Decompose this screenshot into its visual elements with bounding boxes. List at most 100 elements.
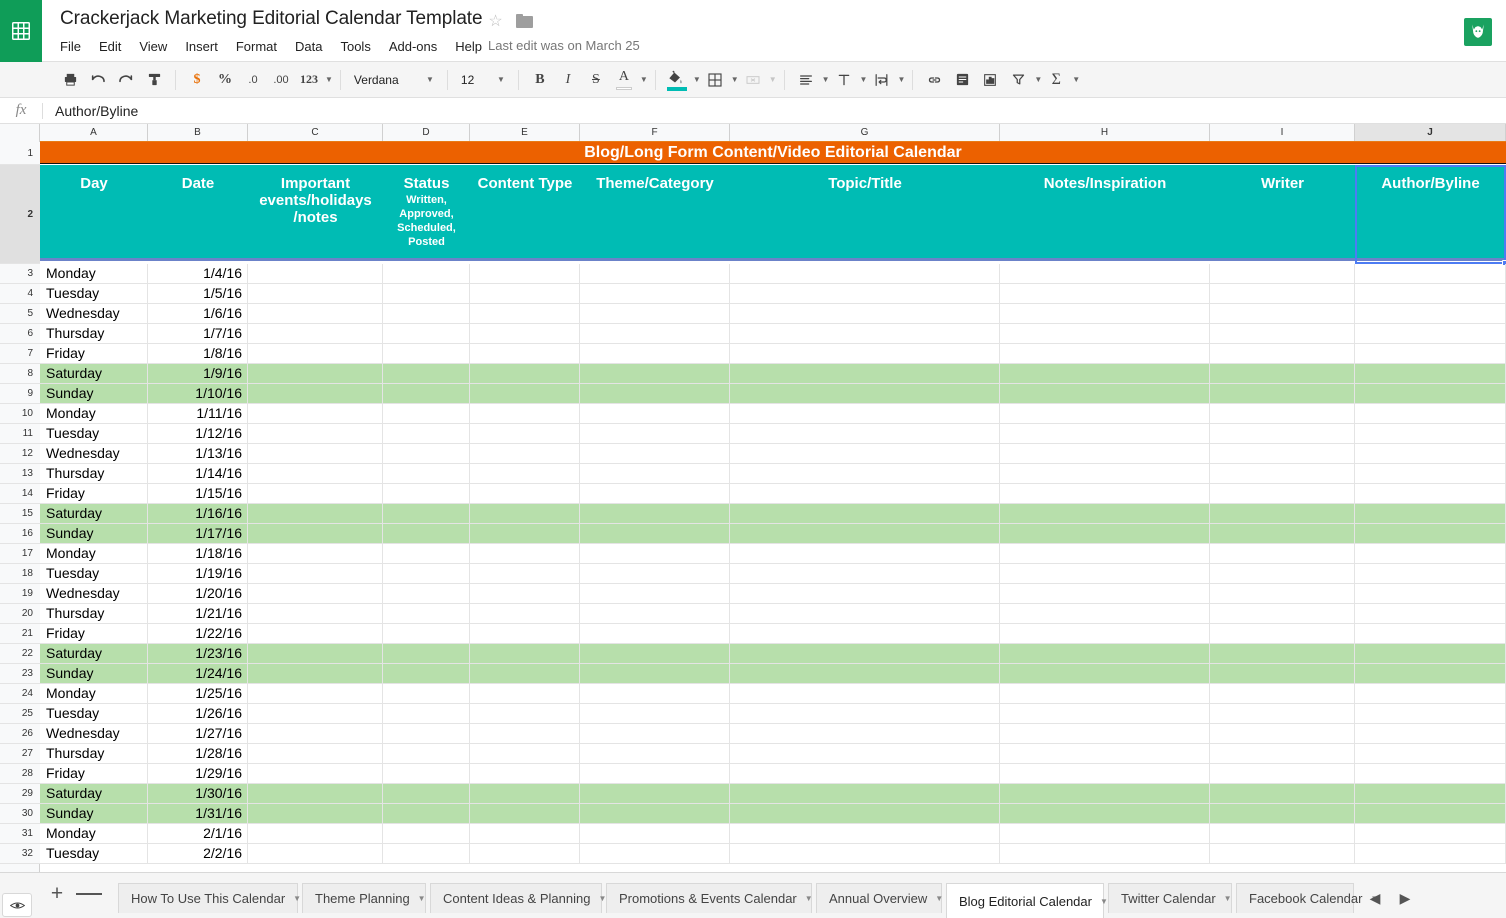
cell-A17[interactable]: Monday (40, 544, 148, 563)
cell-F13[interactable] (580, 464, 730, 483)
cell-G29[interactable] (730, 784, 1000, 803)
cell-H15[interactable] (1000, 504, 1210, 523)
cell-D19[interactable] (383, 584, 470, 603)
cell-D21[interactable] (383, 624, 470, 643)
cell-J17[interactable] (1355, 544, 1506, 563)
cell-C31[interactable] (248, 824, 383, 843)
row-header-24[interactable]: 24 (0, 684, 40, 704)
cell-F22[interactable] (580, 644, 730, 663)
undo-icon[interactable] (85, 67, 111, 93)
cell-G21[interactable] (730, 624, 1000, 643)
cell-D25[interactable] (383, 704, 470, 723)
cell-G32[interactable] (730, 844, 1000, 863)
cell-B4[interactable]: 1/5/16 (148, 284, 248, 303)
cell-G6[interactable] (730, 324, 1000, 343)
chevron-down-icon[interactable]: ▼ (1034, 75, 1042, 84)
chevron-down-icon[interactable]: ▼ (325, 75, 333, 84)
add-sheet-button[interactable]: + (44, 881, 70, 907)
cell-G5[interactable] (730, 304, 1000, 323)
column-header-E[interactable]: E (470, 124, 580, 142)
text-wrap-icon[interactable] (868, 67, 894, 93)
chart-icon[interactable] (977, 67, 1003, 93)
cell-B17[interactable]: 1/18/16 (148, 544, 248, 563)
cell-G25[interactable] (730, 704, 1000, 723)
select-all-corner[interactable] (0, 124, 40, 142)
cell-C16[interactable] (248, 524, 383, 543)
cell-H13[interactable] (1000, 464, 1210, 483)
cell-I26[interactable] (1210, 724, 1355, 743)
cell-H6[interactable] (1000, 324, 1210, 343)
row-header-18[interactable]: 18 (0, 564, 40, 584)
cell-D23[interactable] (383, 664, 470, 683)
cell-J20[interactable] (1355, 604, 1506, 623)
cell-G14[interactable] (730, 484, 1000, 503)
row-header-22[interactable]: 22 (0, 644, 40, 664)
column-header-B[interactable]: B (148, 124, 248, 142)
cell-E32[interactable] (470, 844, 580, 863)
cell-A4[interactable]: Tuesday (40, 284, 148, 303)
menu-help[interactable]: Help (446, 37, 491, 57)
header-cell-J2[interactable]: Author/Byline (1355, 165, 1506, 258)
cell-C32[interactable] (248, 844, 383, 863)
cell-B20[interactable]: 1/21/16 (148, 604, 248, 623)
column-header-A[interactable]: A (40, 124, 148, 142)
redo-icon[interactable] (113, 67, 139, 93)
cell-H11[interactable] (1000, 424, 1210, 443)
cell-H3[interactable] (1000, 264, 1210, 283)
row-header-13[interactable]: 13 (0, 464, 40, 484)
row-header-7[interactable]: 7 (0, 344, 40, 364)
cell-B31[interactable]: 2/1/16 (148, 824, 248, 843)
cell-F21[interactable] (580, 624, 730, 643)
cell-D22[interactable] (383, 644, 470, 663)
cell-F9[interactable] (580, 384, 730, 403)
cell-C20[interactable] (248, 604, 383, 623)
cell-I11[interactable] (1210, 424, 1355, 443)
cell-A27[interactable]: Thursday (40, 744, 148, 763)
cell-I9[interactable] (1210, 384, 1355, 403)
cell-E31[interactable] (470, 824, 580, 843)
cell-A8[interactable]: Saturday (40, 364, 148, 383)
cell-H19[interactable] (1000, 584, 1210, 603)
cell-A22[interactable]: Saturday (40, 644, 148, 663)
cell-G7[interactable] (730, 344, 1000, 363)
cell-E9[interactable] (470, 384, 580, 403)
cell-C19[interactable] (248, 584, 383, 603)
cell-B10[interactable]: 1/11/16 (148, 404, 248, 423)
cell-I8[interactable] (1210, 364, 1355, 383)
merge-cells-icon[interactable] (740, 67, 766, 93)
cell-H4[interactable] (1000, 284, 1210, 303)
cell-D3[interactable] (383, 264, 470, 283)
cell-I32[interactable] (1210, 844, 1355, 863)
cell-F29[interactable] (580, 784, 730, 803)
cell-D15[interactable] (383, 504, 470, 523)
cell-D28[interactable] (383, 764, 470, 783)
cell-D6[interactable] (383, 324, 470, 343)
cell-B3[interactable]: 1/4/16 (148, 264, 248, 283)
cell-A29[interactable]: Saturday (40, 784, 148, 803)
cell-B21[interactable]: 1/22/16 (148, 624, 248, 643)
cell-E7[interactable] (470, 344, 580, 363)
cell-D26[interactable] (383, 724, 470, 743)
cell-J28[interactable] (1355, 764, 1506, 783)
cell-E17[interactable] (470, 544, 580, 563)
cell-H7[interactable] (1000, 344, 1210, 363)
cell-C4[interactable] (248, 284, 383, 303)
cell-J24[interactable] (1355, 684, 1506, 703)
header-cell-B2[interactable]: Date (148, 165, 248, 258)
cell-E5[interactable] (470, 304, 580, 323)
cell-G9[interactable] (730, 384, 1000, 403)
sheet-tab-content-ideas-planning[interactable]: Content Ideas & Planning ▼ (430, 883, 606, 913)
header-cell-E2[interactable]: Content Type (470, 165, 580, 258)
sigma-icon[interactable]: Σ (1043, 67, 1069, 93)
cell-B12[interactable]: 1/13/16 (148, 444, 248, 463)
cell-B29[interactable]: 1/30/16 (148, 784, 248, 803)
header-cell-F2[interactable]: Theme/Category (580, 165, 730, 258)
cell-E28[interactable] (470, 764, 580, 783)
cell-H8[interactable] (1000, 364, 1210, 383)
cell-I6[interactable] (1210, 324, 1355, 343)
cell-J10[interactable] (1355, 404, 1506, 423)
merged-title-cell[interactable]: Blog/Long Form Content/Video Editorial C… (40, 142, 1506, 164)
header-cell-A2[interactable]: Day (40, 165, 148, 258)
cell-A31[interactable]: Monday (40, 824, 148, 843)
row-header-30[interactable]: 30 (0, 804, 40, 824)
